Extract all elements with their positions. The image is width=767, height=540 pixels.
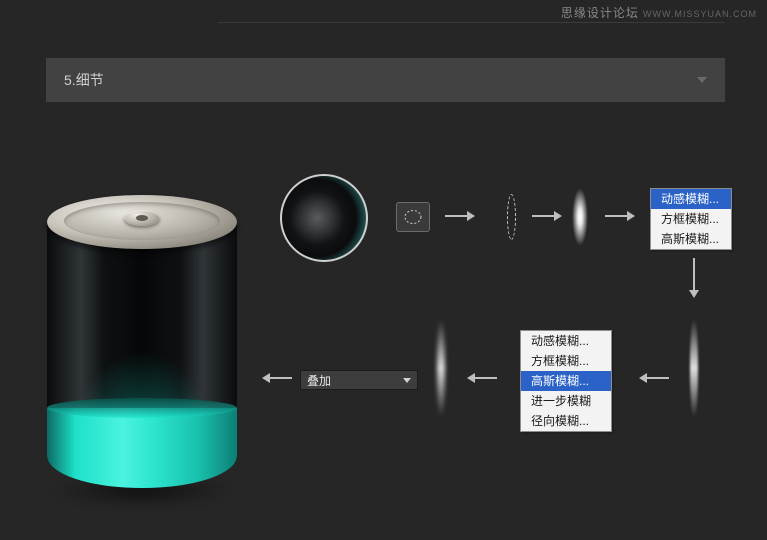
battery-illustration bbox=[42, 158, 242, 518]
white-ellipse-fill bbox=[572, 188, 588, 246]
watermark: 思缘设计论坛 WWW.MISSYUAN.COM bbox=[561, 4, 757, 21]
menu-item[interactable]: 动感模糊... bbox=[521, 331, 611, 351]
arrow-left-icon bbox=[639, 370, 669, 386]
arrow-right-icon bbox=[605, 208, 635, 224]
section-title: 5.细节 bbox=[64, 70, 104, 90]
elliptical-marquee-icon[interactable] bbox=[396, 202, 430, 232]
arrow-right-icon bbox=[445, 208, 475, 224]
section-header[interactable]: 5.细节 bbox=[46, 58, 725, 102]
menu-item[interactable]: 方框模糊... bbox=[651, 209, 731, 229]
menu-item[interactable]: 进一步模糊 bbox=[521, 391, 611, 411]
watermark-en: WWW.MISSYUAN.COM bbox=[643, 9, 757, 19]
detail-circle bbox=[280, 174, 368, 262]
chevron-down-icon bbox=[697, 77, 707, 83]
menu-item[interactable]: 高斯模糊... bbox=[521, 371, 611, 391]
menu-item[interactable]: 动感模糊... bbox=[651, 189, 731, 209]
arrow-left-icon bbox=[262, 370, 292, 386]
gaussian-blur-streak bbox=[437, 318, 445, 418]
blend-mode-dropdown[interactable]: 叠加 bbox=[300, 370, 418, 390]
menu-item[interactable]: 径向模糊... bbox=[521, 411, 611, 431]
blur-menu-bottom[interactable]: 动感模糊... 方框模糊... 高斯模糊... 进一步模糊 径向模糊... bbox=[520, 330, 612, 432]
chevron-down-icon bbox=[403, 378, 411, 383]
motion-blur-streak bbox=[690, 318, 698, 418]
tutorial-stage: 动感模糊... 方框模糊... 高斯模糊... 动感模糊... 方框模糊... … bbox=[0, 118, 767, 540]
menu-item[interactable]: 高斯模糊... bbox=[651, 229, 731, 249]
divider bbox=[218, 22, 725, 23]
watermark-cn: 思缘设计论坛 bbox=[561, 6, 639, 20]
menu-item[interactable]: 方框模糊... bbox=[521, 351, 611, 371]
marquee-ellipse bbox=[507, 194, 516, 240]
arrow-left-icon bbox=[467, 370, 497, 386]
arrow-right-icon bbox=[532, 208, 562, 224]
arrow-down-icon bbox=[686, 258, 702, 298]
dropdown-label: 叠加 bbox=[307, 372, 331, 389]
blur-menu-top[interactable]: 动感模糊... 方框模糊... 高斯模糊... bbox=[650, 188, 732, 250]
